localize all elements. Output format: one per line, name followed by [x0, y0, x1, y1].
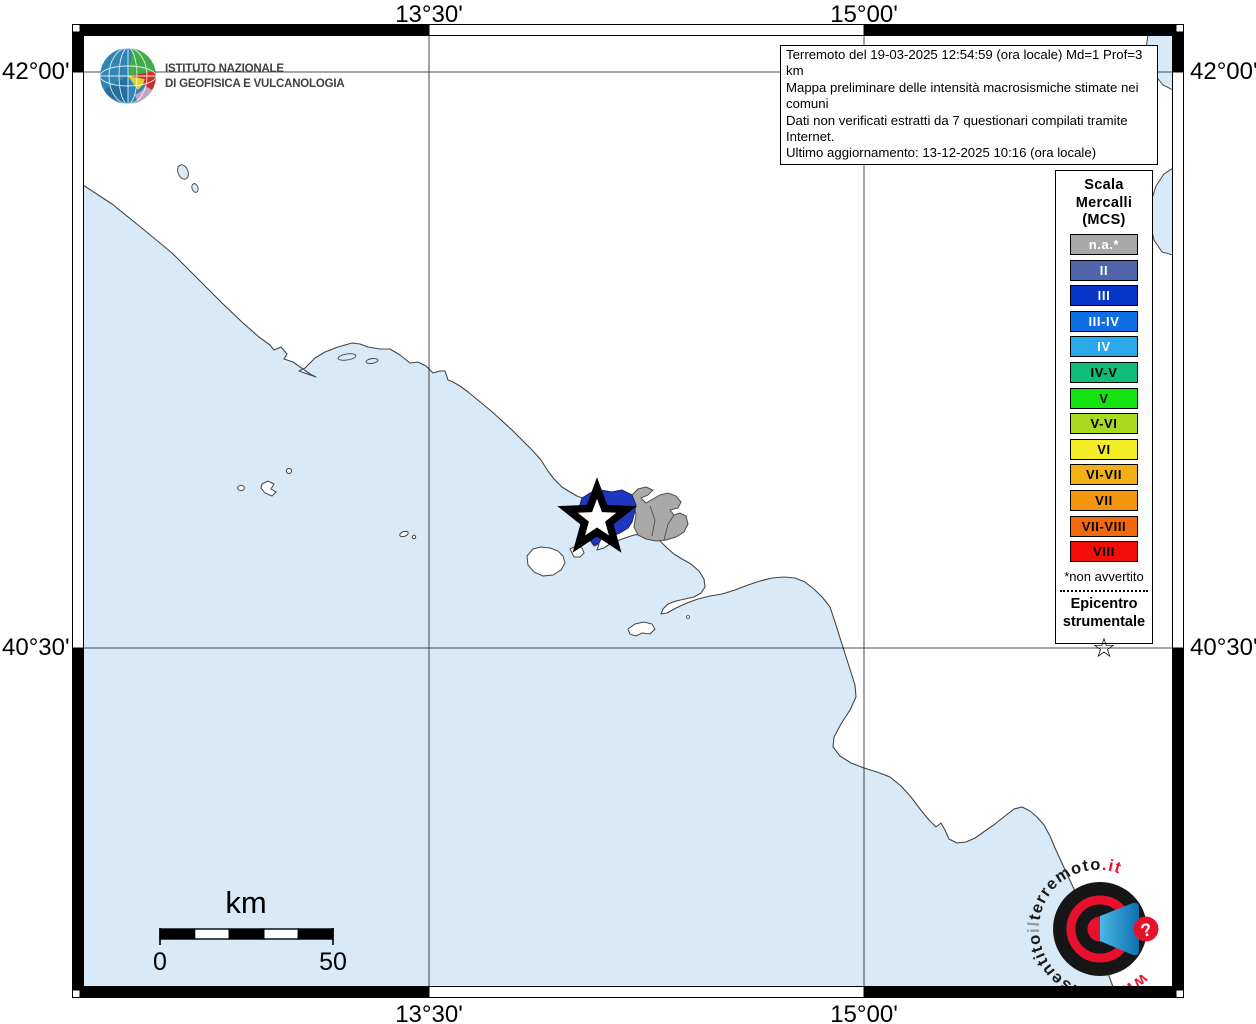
legend-item-iii: III [1070, 285, 1138, 307]
legend-separator [1060, 590, 1148, 593]
legend-item-vi: VI [1070, 438, 1138, 460]
legend-item-iii-iv: III-IV [1070, 310, 1138, 332]
legend-item-iv: IV [1070, 336, 1138, 358]
epicenter-label-line2: strumentale [1062, 613, 1146, 630]
axis-label-bottom-lon1: 13°30' [395, 1001, 463, 1024]
earthquake-info-box: Terremoto del 19-03-2025 12:54:59 (ora l… [780, 45, 1158, 165]
legend-item-v: V [1070, 387, 1138, 409]
legend-title-line1: Scala [1084, 177, 1124, 193]
macroseismic-map-page: km 0 50 ISTITUTO NAZIONALE DI GEOFISICA … [0, 0, 1256, 1024]
legend-item-vi-vii: VI-VII [1070, 464, 1138, 486]
axis-label-left-lat1: 42°00' [2, 58, 70, 85]
axis-label-right-lat2: 40°30' [1190, 634, 1256, 661]
island-santo-stefano [411, 534, 417, 540]
legend-item-iv-v: IV-V [1070, 362, 1138, 384]
legend-item-vii-viii: VII-VIII [1070, 515, 1138, 537]
legend-title-line2: Mercalli [1075, 194, 1133, 211]
axis-label-bottom-lon2: 15°00' [830, 1001, 898, 1024]
epicenter-star-icon: ☆ [1091, 633, 1117, 664]
legend-footnote: *non avvertito [1064, 569, 1144, 585]
legend-title-line3: (MCS) [1082, 212, 1126, 228]
axis-label-top-lon2: 15°00' [830, 1, 898, 28]
info-line-map-type: Mappa preliminare delle intensità macros… [786, 79, 1139, 112]
island-palmarola [237, 484, 245, 492]
mercalli-legend: Scala Mercalli (MCS) n.a.* II III III-IV… [1055, 170, 1153, 663]
scale-bar-unit: km [225, 885, 266, 920]
legend-item-ii: II [1070, 259, 1138, 281]
axis-label-right-lat1: 42°00' [1190, 58, 1256, 85]
ingv-name-line1: ISTITUTO NAZIONALE [165, 63, 284, 75]
legend-item-vii: VII [1070, 490, 1138, 512]
info-line-event: Terremoto del 19-03-2025 12:54:59 (ora l… [786, 47, 1143, 79]
ingv-name-line2: DI GEOFISICA E VULCANOLOGIA [165, 78, 344, 90]
legend-item-v-vi: V-VI [1070, 413, 1138, 435]
scale-bar-start: 0 [153, 948, 167, 976]
legend-item-na: n.a.* [1070, 234, 1138, 256]
scale-bar-end: 50 [319, 948, 347, 976]
epicenter-label-line1: Epicentro [1070, 596, 1138, 613]
islet-li-galli [686, 615, 690, 619]
legend-item-viii: VIII [1070, 541, 1138, 563]
axis-label-left-lat2: 40°30' [2, 634, 70, 661]
info-line-updated: Ultimo aggiornamento: 13-12-2025 10:16 (… [786, 145, 1097, 161]
info-line-data-source: Dati non verificati estratti da 7 questi… [786, 112, 1128, 145]
axis-label-top-lon1: 13°30' [395, 1, 463, 28]
island-zannone [285, 467, 293, 475]
